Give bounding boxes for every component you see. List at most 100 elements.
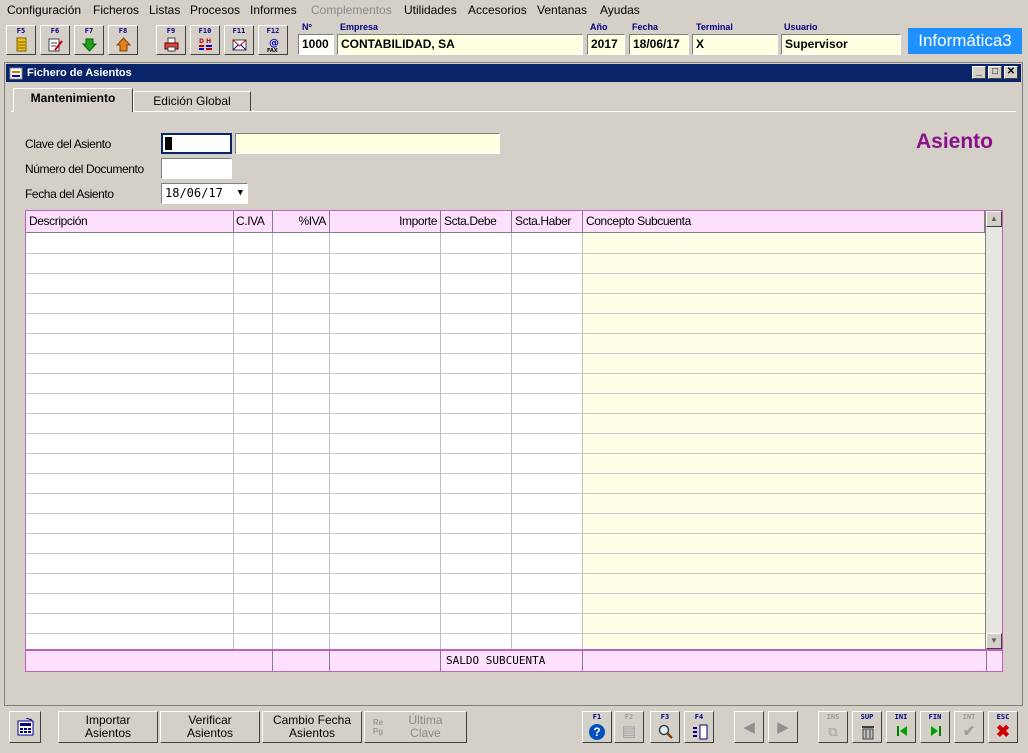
import-arrow-icon [82,38,97,52]
grid-row-line [26,613,985,614]
grid-row-line [26,333,985,334]
f11-button[interactable]: F11 [224,25,254,55]
totals-cell-descripcion [26,651,273,671]
verificar-asientos-button[interactable]: Verificar Asientos [160,711,260,743]
debit-credit-icon: D H [199,38,212,50]
grid-row-line [26,313,985,314]
no-label: Nº [302,22,312,32]
window-titlebar: Fichero de Asientos _ □ ✕ [6,64,1021,82]
svg-text:FAX: FAX [267,48,278,52]
grid-row-line [26,413,985,414]
concepto-column-bg [583,233,985,649]
ledger-icon [16,37,27,52]
menu-utilidades[interactable]: Utilidades [404,3,457,17]
f9-button[interactable]: F9 [156,25,186,55]
user-field: Supervisor [781,34,901,55]
menu-ventanas[interactable]: Ventanas [537,3,587,17]
calculator-icon [17,718,34,736]
menu-complementos: Complementos [311,3,392,17]
minimize-button[interactable]: _ [972,66,986,79]
usuario-label: Usuario [784,22,818,32]
next-button[interactable]: ▶ [768,711,798,743]
fax-email-icon: @FAX [267,38,279,52]
f8-button[interactable]: F8 [108,25,138,55]
clave-description-field [235,133,500,154]
f2-button: F2 ▤ [614,711,644,743]
col-header-pctiva[interactable]: %IVA [273,211,330,233]
vertical-scrollbar[interactable]: ▲ ▼ [985,211,1002,649]
menu-configuracion[interactable]: Configuración [7,3,81,17]
col-header-importe[interactable]: Importe [330,211,441,233]
clave-input[interactable] [161,133,232,154]
grid-row-line [26,533,985,534]
tab-mantenimiento[interactable]: Mantenimiento [13,88,133,112]
menu-procesos[interactable]: Procesos [190,3,240,17]
col-header-scta-debe[interactable]: Scta.Debe [441,211,512,233]
menu-listas[interactable]: Listas [149,3,180,17]
fecha-label: Fecha [632,22,659,32]
f1-button[interactable]: F1 ? [582,711,612,743]
fin-button[interactable]: FIN [920,711,950,743]
chevron-down-icon[interactable]: ▼ [238,184,243,203]
terminal-field: X [692,34,778,55]
print-icon [164,37,179,52]
esc-button[interactable]: ESC ✖ [988,711,1018,743]
ins-button: INS ⧉ [818,711,848,743]
f3-button[interactable]: F3 [650,711,680,743]
scroll-down-icon[interactable]: ▼ [986,633,1002,649]
grid-row-line [26,393,985,394]
sup-button[interactable]: SUP [852,711,882,743]
repg-key-label: Re Pg [372,718,384,736]
grid-row-line [26,593,985,594]
window-title: Fichero de Asientos [27,67,132,79]
trash-icon [862,726,874,740]
grid-row-line [26,373,985,374]
col-civa [234,233,273,649]
date-field: 18/06/17 [629,34,689,55]
fecha-asiento-label: Fecha del Asiento [25,187,114,201]
cambio-fecha-asientos-button[interactable]: Cambio Fecha Asientos [262,711,362,743]
menu-ficheros[interactable]: Ficheros [93,3,139,17]
calculator-button[interactable] [9,711,41,743]
numero-label: Número del Documento [25,162,144,176]
col-header-descripcion[interactable]: Descripción [26,211,234,233]
ini-button[interactable]: INI [886,711,916,743]
f12-button[interactable]: F12 @ FAX [258,25,288,55]
tab-panel-divider [11,111,1016,112]
f6-button[interactable]: F6 [40,25,70,55]
menu-informes[interactable]: Informes [250,3,297,17]
menu-accesorios[interactable]: Accesorios [468,3,527,17]
scroll-up-icon[interactable]: ▲ [986,211,1002,227]
totals-cell-pctiva [273,651,330,671]
f5-button[interactable]: F5 [6,25,36,55]
window-close-button[interactable]: ✕ [1004,66,1018,79]
importar-asientos-button[interactable]: Importar Asientos [58,711,158,743]
grid-row-line [26,273,985,274]
page-heading: Asiento [916,130,994,153]
col-pctiva [273,233,330,649]
maximize-button[interactable]: □ [988,66,1002,79]
numero-documento-input[interactable] [161,158,232,179]
previous-button[interactable]: ◀ [734,711,764,743]
col-header-civa[interactable]: C.IVA [234,211,273,233]
text-cursor [165,137,172,150]
saldo-subcuenta-label: SALDO SUBCUENTA [441,651,583,671]
anio-label: Año [590,22,608,32]
menu-ayudas[interactable]: Ayudas [600,3,640,17]
fecha-asiento-select[interactable]: 18/06/17 ▼ [161,183,248,204]
insert-copy-icon: ⧉ [828,724,838,739]
arrow-right-icon: ▶ [777,719,789,736]
svg-text:D H: D H [199,38,211,45]
col-header-scta-haber[interactable]: Scta.Haber [512,211,583,233]
f10-button[interactable]: F10 D H [190,25,220,55]
totals-cell-importe [330,651,441,671]
f7-button[interactable]: F7 [74,25,104,55]
asientos-grid[interactable]: Descripción C.IVA %IVA Importe Scta.Debe… [25,210,1003,650]
tab-edicion-global[interactable]: Edición Global [133,91,251,112]
col-header-concepto[interactable]: Concepto Subcuenta [583,211,985,233]
f4-button[interactable]: F4 [684,711,714,743]
edit-document-icon [48,38,63,52]
grid-row-line [26,513,985,514]
list-icon: ▤ [621,723,637,740]
col-descripcion [26,233,234,649]
